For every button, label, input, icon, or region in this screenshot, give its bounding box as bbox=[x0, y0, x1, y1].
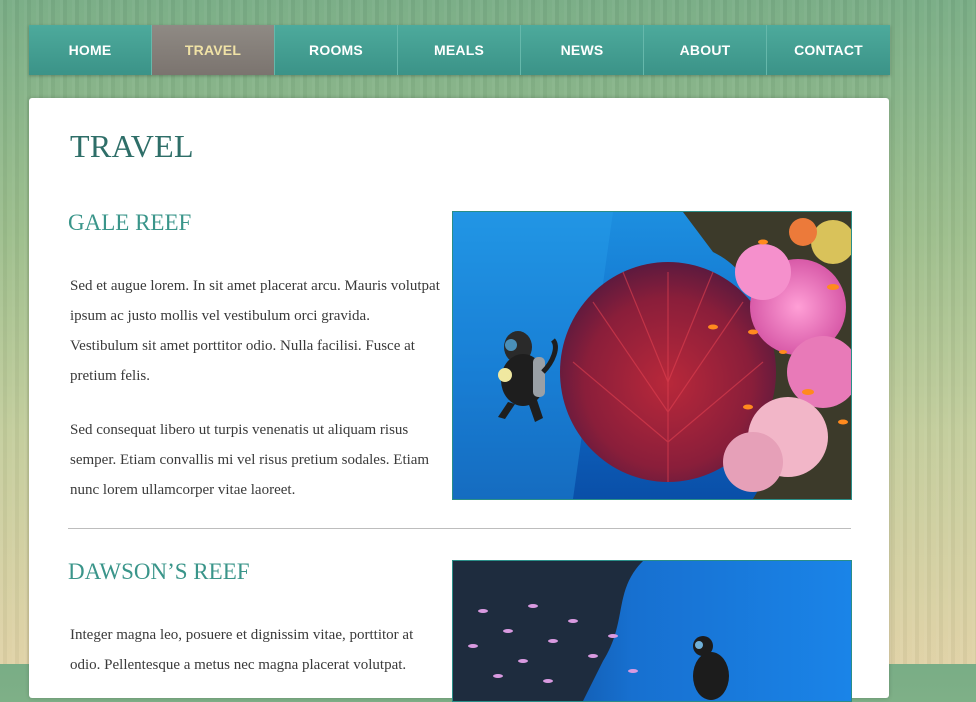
section-title-dawsons-reef: DAWSON’S REEF bbox=[68, 559, 250, 584]
gale-reef-photo bbox=[452, 211, 852, 500]
section-paragraph: Integer magna leo, posuere et dignissim … bbox=[70, 627, 414, 673]
nav-rooms[interactable]: ROOMS bbox=[275, 25, 398, 75]
section-title-gale-reef: GALE REEF bbox=[68, 210, 192, 235]
diver-soft-coral-photo bbox=[453, 212, 851, 499]
nav-news[interactable]: NEWS bbox=[521, 25, 644, 75]
section-divider bbox=[68, 528, 851, 529]
nav-meals[interactable]: MEALS bbox=[398, 25, 521, 75]
section-paragraph: Sed consequat libero ut turpis venenatis… bbox=[70, 422, 430, 498]
section-paragraph: Sed et augue lorem. In sit amet placerat… bbox=[70, 278, 440, 384]
main-nav: HOME TRAVEL ROOMS MEALS NEWS ABOUT CONTA… bbox=[29, 25, 890, 75]
nav-about[interactable]: ABOUT bbox=[644, 25, 767, 75]
content-panel: TRAVEL GALE REEF Sed et augue lorem. In … bbox=[29, 98, 889, 702]
nav-travel[interactable]: TRAVEL bbox=[152, 25, 275, 75]
nav-home[interactable]: HOME bbox=[29, 25, 152, 75]
page-title: TRAVEL bbox=[70, 128, 194, 164]
dawsons-reef-photo bbox=[452, 560, 852, 702]
diver-reef-wall-photo bbox=[453, 561, 851, 701]
nav-contact[interactable]: CONTACT bbox=[767, 25, 890, 75]
